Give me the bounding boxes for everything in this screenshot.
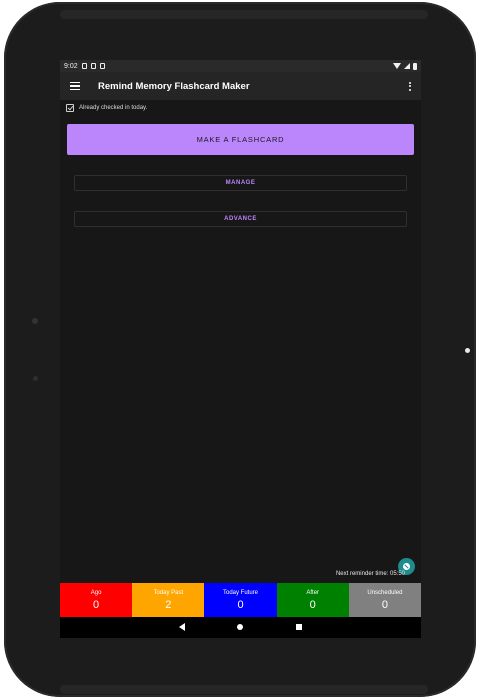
stat-label: Unscheduled — [367, 589, 403, 596]
stat-value: 2 — [165, 598, 172, 611]
app-title: Remind Memory Flashcard Maker — [98, 80, 250, 92]
wifi-icon — [393, 63, 401, 69]
stat-ago[interactable]: Ago 0 — [60, 583, 133, 617]
device-bottom-speaker — [60, 685, 428, 694]
screen: 9:02 Remind Memory Flashcard Maker Alrea… — [60, 60, 421, 638]
advance-button[interactable]: ADVANCE — [74, 211, 407, 227]
schedule-stats-bar: Ago 0 Today Past 2 Today Future 0 After … — [60, 583, 421, 617]
stat-today-past[interactable]: Today Past 2 — [132, 583, 205, 617]
overflow-menu-icon[interactable] — [409, 81, 411, 91]
checkin-status: Already checked in today. — [66, 104, 147, 112]
device-top-speaker — [60, 10, 428, 19]
next-reminder-text: Next reminder time: 05:50 — [335, 571, 405, 577]
menu-icon[interactable] — [70, 79, 84, 93]
stat-label: Today Future — [222, 589, 259, 596]
stat-label: Ago — [90, 589, 102, 596]
status-time: 9:02 — [64, 62, 78, 70]
sd-card-icon — [90, 63, 96, 69]
stat-value: 0 — [381, 598, 388, 611]
clock-icon — [403, 563, 410, 570]
device-camera-icon — [32, 318, 38, 324]
calendar-check-icon — [66, 104, 74, 112]
stat-value: 0 — [93, 598, 100, 611]
manage-button[interactable]: MANAGE — [74, 175, 407, 191]
notification-icon — [81, 63, 87, 69]
device-sensor-icon — [33, 376, 38, 381]
status-system-icons — [393, 62, 417, 70]
recents-icon[interactable] — [296, 624, 302, 630]
storage-icon — [99, 63, 105, 69]
status-notification-icons — [81, 63, 105, 69]
stat-unscheduled[interactable]: Unscheduled 0 — [348, 583, 421, 617]
stat-label: Today Past — [153, 589, 184, 596]
stat-value: 0 — [309, 598, 316, 611]
status-bar: 9:02 — [60, 60, 421, 72]
stat-today-future[interactable]: Today Future 0 — [204, 583, 277, 617]
checkin-text: Already checked in today. — [79, 105, 148, 111]
stat-value: 0 — [237, 598, 244, 611]
system-navigation-bar — [60, 617, 421, 638]
battery-icon — [413, 62, 417, 70]
stat-after[interactable]: After 0 — [276, 583, 349, 617]
signal-icon — [404, 63, 410, 69]
app-bar: Remind Memory Flashcard Maker — [60, 72, 421, 100]
home-icon[interactable] — [237, 624, 243, 630]
back-icon[interactable] — [179, 623, 185, 631]
stat-label: After — [306, 589, 320, 596]
make-flashcard-button[interactable]: MAKE A FLASHCARD — [67, 124, 414, 155]
device-light-sensor-icon — [465, 348, 470, 353]
